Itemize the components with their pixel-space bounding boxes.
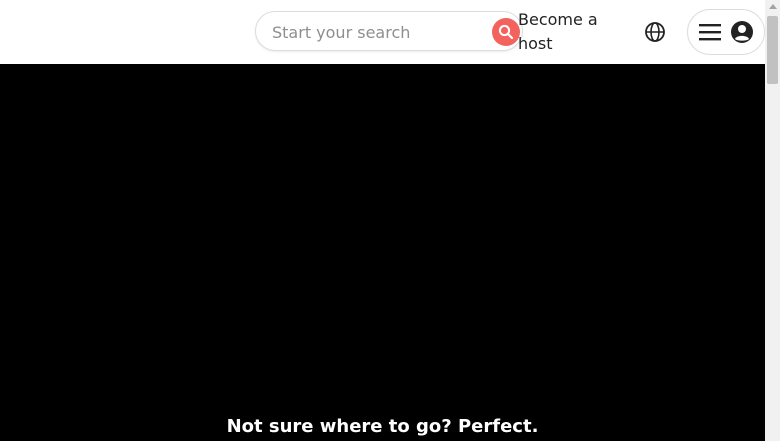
vertical-scrollbar[interactable]: [765, 0, 780, 441]
hamburger-icon: [699, 24, 721, 41]
search-button[interactable]: [492, 18, 520, 46]
user-avatar-icon: [731, 21, 753, 43]
scrollbar-thumb[interactable]: [767, 16, 778, 84]
hero-banner: Not sure where to go? Perfect.: [0, 64, 765, 441]
hero-tagline: Not sure where to go? Perfect.: [226, 416, 539, 437]
search-icon: [498, 24, 514, 40]
language-button[interactable]: [643, 20, 667, 44]
search-bar[interactable]: [255, 11, 523, 51]
header: Become a host: [0, 0, 765, 64]
globe-icon: [645, 22, 665, 42]
become-a-host-link[interactable]: Become a host: [518, 8, 628, 56]
search-input[interactable]: [272, 20, 482, 44]
scroll-up-arrow-icon[interactable]: [769, 4, 777, 9]
page: Become a host Not sure where to go? Perf…: [0, 0, 780, 441]
user-menu-button[interactable]: [687, 9, 765, 55]
